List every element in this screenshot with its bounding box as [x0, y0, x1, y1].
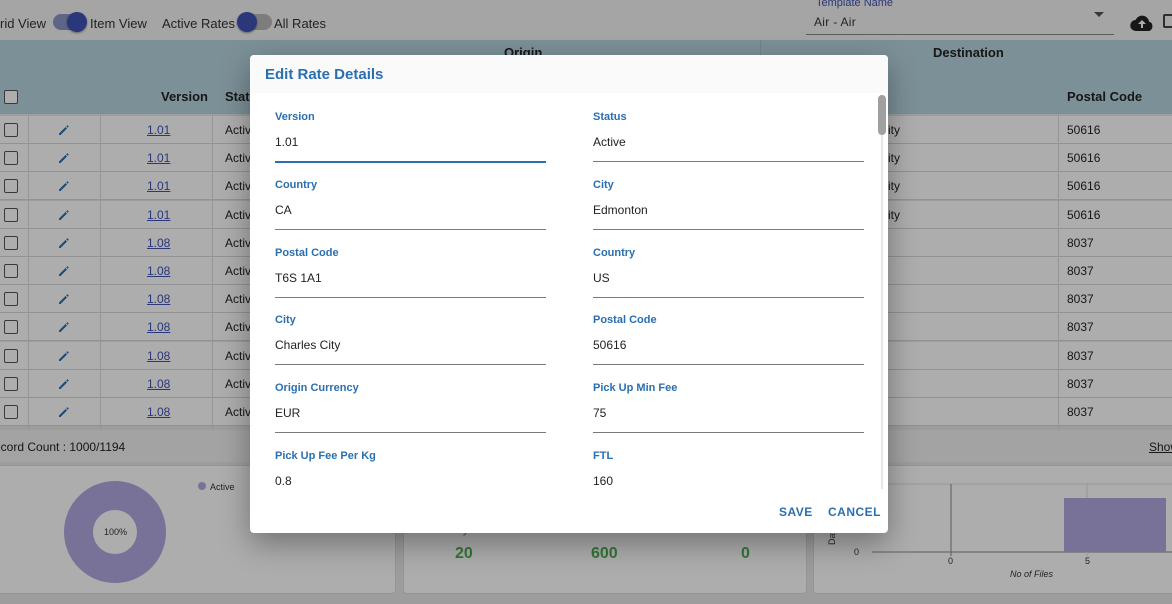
pick-up-fee-per-kg-value[interactable]: 0.8: [275, 474, 292, 488]
city-value[interactable]: Charles City: [275, 338, 340, 352]
status-label: Status: [593, 111, 627, 123]
status-value[interactable]: Active: [593, 135, 626, 149]
postal-code-label: Postal Code: [593, 314, 657, 327]
pick-up-fee-per-kg-field[interactable]: Pick Up Fee Per Kg 0.8: [275, 450, 546, 493]
country-value[interactable]: US: [593, 271, 610, 285]
city-field[interactable]: City Charles City: [275, 314, 546, 366]
postal-code-value[interactable]: 50616: [593, 338, 626, 352]
postal-code-field[interactable]: Postal Code 50616: [593, 314, 864, 366]
scrollbar-thumb[interactable]: [878, 95, 886, 135]
country-label: Country: [593, 246, 636, 259]
ftl-value[interactable]: 160: [593, 474, 613, 488]
postal-code-label: Postal Code: [275, 246, 339, 259]
dialog-title: Edit Rate Details: [265, 66, 384, 83]
city-label: City: [593, 178, 614, 191]
city-value[interactable]: Edmonton: [593, 203, 648, 217]
status-field[interactable]: Status Active: [593, 111, 864, 162]
dialog-form: Version 1.01 Status Active Country CA City Edmo…: [250, 93, 888, 493]
save-button[interactable]: SAVE: [779, 505, 813, 519]
postal-code-value[interactable]: T6S 1A1: [275, 271, 322, 285]
version-field[interactable]: Version 1.01: [275, 111, 546, 163]
pick-up-min-fee-label: Pick Up Min Fee: [593, 382, 678, 395]
postal-code-field[interactable]: Postal Code T6S 1A1: [275, 247, 546, 298]
pick-up-min-fee-field[interactable]: Pick Up Min Fee 75: [593, 382, 864, 434]
pick-up-fee-per-kg-label: Pick Up Fee Per Kg: [275, 450, 376, 462]
ftl-label: FTL: [593, 450, 614, 462]
origin-currency-value[interactable]: EUR: [275, 406, 300, 420]
country-field[interactable]: Country US: [593, 247, 864, 298]
pick-up-min-fee-value[interactable]: 75: [593, 406, 606, 420]
dialog-scrollbar[interactable]: [877, 93, 887, 493]
country-value[interactable]: CA: [275, 203, 292, 217]
city-field[interactable]: City Edmonton: [593, 179, 864, 230]
country-label: Country: [275, 178, 318, 191]
origin-currency-label: Origin Currency: [275, 382, 359, 395]
version-label: Version: [275, 111, 315, 123]
city-label: City: [275, 314, 296, 327]
country-field[interactable]: Country CA: [275, 179, 546, 230]
edit-rate-dialog: Edit Rate Details Version 1.01 Status Activ…: [250, 55, 888, 533]
ftl-field[interactable]: FTL 160: [593, 450, 864, 493]
origin-currency-field[interactable]: Origin Currency EUR: [275, 382, 546, 434]
cancel-button[interactable]: CANCEL: [828, 505, 881, 519]
version-value[interactable]: 1.01: [275, 135, 298, 149]
